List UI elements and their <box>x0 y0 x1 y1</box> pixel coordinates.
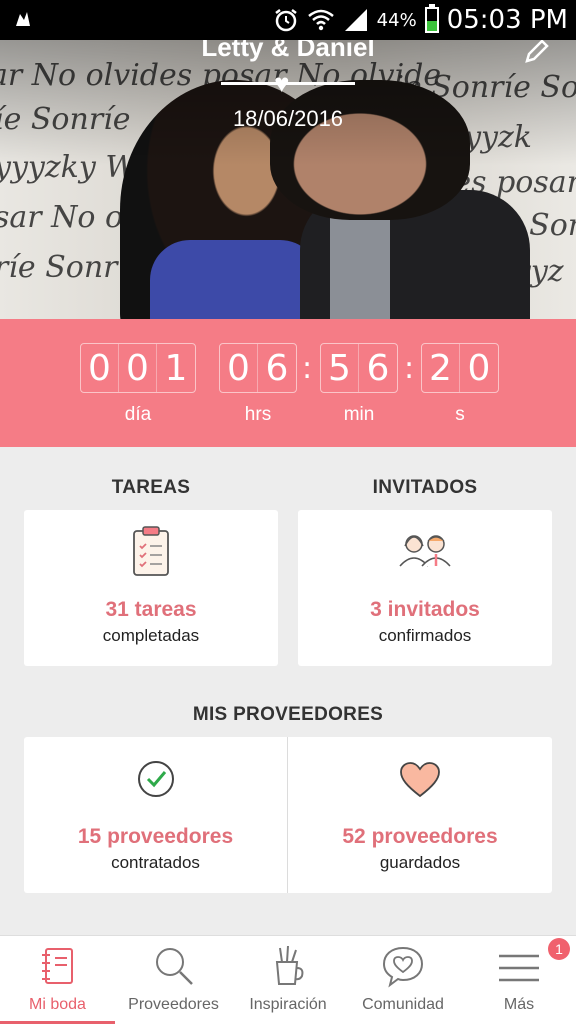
saved-vendors-panel[interactable]: 52 proveedores guardados <box>288 737 552 893</box>
clipboard-icon <box>133 526 169 576</box>
signal-icon <box>344 9 367 31</box>
countdown-seconds-label: s <box>455 404 465 425</box>
tasks-count: 31 tareas <box>105 598 197 621</box>
hired-vendors-caption: contratados <box>111 853 200 872</box>
guests-section-title: INVITADOS <box>372 477 478 498</box>
nav-label: Mi boda <box>29 996 86 1013</box>
wedding-date: 18/06/2016 <box>232 106 344 131</box>
countdown-digit: 6 <box>366 348 390 389</box>
countdown-days-label: día <box>124 404 152 425</box>
search-icon <box>155 948 193 985</box>
edit-pencil-icon[interactable] <box>522 40 550 66</box>
countdown-digit: 0 <box>119 344 157 392</box>
countdown-digit: 0 <box>467 348 491 389</box>
countdown-digit: 2 <box>422 344 460 392</box>
notification-app-icon <box>16 12 30 26</box>
battery-icon <box>424 4 439 33</box>
saved-vendors-caption: guardados <box>379 853 461 872</box>
battery-level <box>426 21 437 31</box>
countdown-digit: 6 <box>265 348 289 389</box>
nav-label: Proveedores <box>128 996 219 1013</box>
hired-vendors-count: 15 proveedores <box>77 825 234 848</box>
nav-label: Más <box>503 996 535 1013</box>
nav-label: Comunidad <box>362 996 444 1013</box>
vendors-section-title: MIS PROVEEDORES <box>192 704 384 725</box>
vendors-card: 15 proveedores contratados 52 proveedore… <box>24 737 552 893</box>
countdown-minutes-label: min <box>343 404 375 425</box>
countdown-minutes: 5 6 <box>320 343 398 393</box>
nav-inspiracion[interactable]: Inspiración <box>232 936 344 1024</box>
status-time: 05:03 PM <box>446 5 568 35</box>
chat-heart-icon <box>382 946 424 988</box>
notebook-icon <box>41 948 73 984</box>
guests-icon <box>399 535 451 567</box>
guests-card[interactable]: 3 invitados confirmados <box>298 510 552 666</box>
countdown-days: 0 0 1 <box>80 343 196 393</box>
countdown-digit: 0 <box>81 344 119 392</box>
countdown-hours-label: hrs <box>244 404 272 425</box>
countdown-digit: 5 <box>321 344 359 392</box>
guests-count: 3 invitados <box>370 598 480 621</box>
nav-proveedores[interactable]: Proveedores <box>115 936 232 1024</box>
countdown-hours: 0 6 <box>219 343 297 393</box>
tasks-card[interactable]: 31 tareas completadas <box>24 510 278 666</box>
pencil-cup-icon <box>275 945 304 985</box>
wifi-icon <box>307 9 334 31</box>
hired-vendors-panel[interactable]: 15 proveedores contratados <box>24 737 287 893</box>
nav-mas[interactable]: 1 Más <box>462 936 576 1024</box>
wedding-cover-photo[interactable]: ar Νo olvides posar Νo olvide íe Sonríe … <box>0 40 576 319</box>
bottom-navigation: Mi boda Proveedores Inspiración Comunida… <box>0 935 576 1024</box>
tasks-section-title: TAREAS <box>111 477 191 498</box>
notification-badge: 1 <box>548 938 570 960</box>
wedding-countdown: 0 0 1 0 6 : 5 6 : 2 0 día hrs min s <box>0 319 576 447</box>
tasks-caption: completadas <box>102 626 200 645</box>
nav-label: Inspiración <box>249 996 327 1013</box>
couple-names: Letty & Daniel <box>201 40 375 62</box>
countdown-seconds: 2 0 <box>421 343 499 393</box>
checkmark-circle-icon <box>137 761 174 797</box>
countdown-digit: 0 <box>220 344 258 392</box>
countdown-separator: : <box>302 351 313 386</box>
countdown-separator: : <box>404 351 415 386</box>
battery-percent: 44% <box>376 9 417 31</box>
heart-icon <box>400 762 440 798</box>
saved-vendors-count: 52 proveedores <box>342 825 498 848</box>
status-bar: 44% 05:03 PM <box>0 0 576 40</box>
nav-comunidad[interactable]: Comunidad <box>344 936 462 1024</box>
alarm-icon <box>274 9 297 32</box>
nav-mi-boda[interactable]: Mi boda <box>0 936 115 1024</box>
countdown-digit: 1 <box>164 348 188 389</box>
guests-caption: confirmados <box>378 626 472 645</box>
heart-icon: ♥ <box>274 68 290 98</box>
menu-icon <box>499 954 539 982</box>
vendors-divider <box>287 737 288 893</box>
